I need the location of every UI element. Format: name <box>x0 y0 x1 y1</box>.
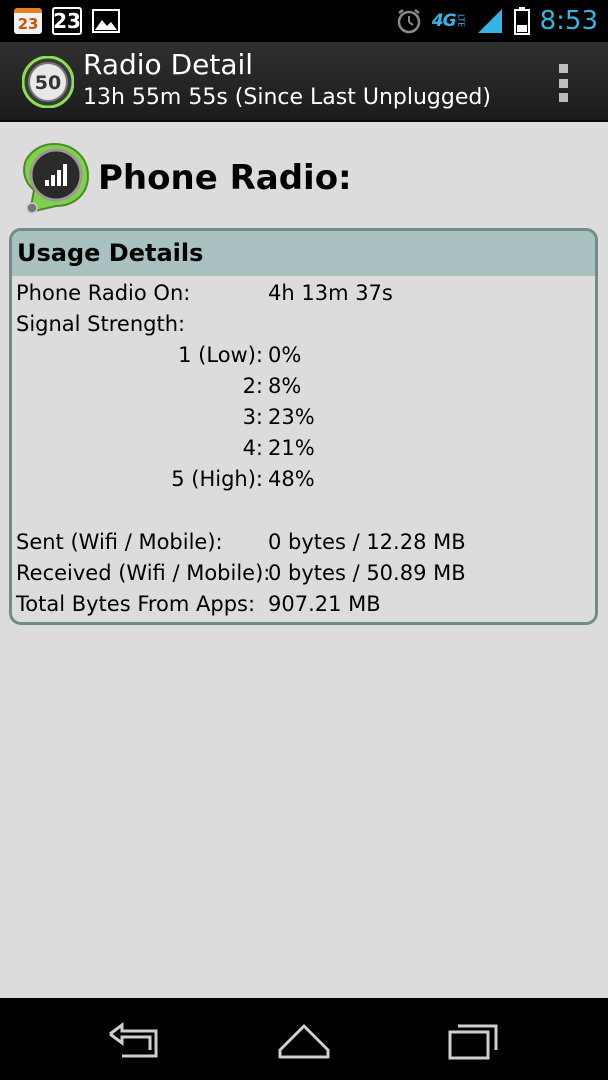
app-icon[interactable]: 50 <box>22 56 74 108</box>
received-row: Received (Wifi / Mobile): 0 bytes / 50.8… <box>12 558 595 589</box>
recent-apps-icon[interactable] <box>446 1020 502 1060</box>
signal-level-label: 4: <box>242 436 263 460</box>
phone-radio-on-value: 4h 13m 37s <box>268 281 393 305</box>
page-subtitle: 13h 55m 55s (Since Last Unplugged) <box>83 85 491 110</box>
signal-level-label: 1 (Low): <box>178 343 263 367</box>
total-bytes-row: Total Bytes From Apps: 907.21 MB <box>12 589 595 620</box>
received-value: 0 bytes / 50.89 MB <box>268 561 466 585</box>
signal-strength-label: Signal Strength: <box>16 312 186 336</box>
signal-level-row: 4: 21% <box>12 433 595 464</box>
overflow-menu-icon[interactable] <box>556 64 570 102</box>
calendar-date: 23 <box>53 9 81 33</box>
signal-level-value: 8% <box>268 374 302 398</box>
signal-level-value: 23% <box>268 405 315 429</box>
phone-radio-on-label: Phone Radio On: <box>16 281 191 305</box>
signal-level-row: 2: 8% <box>12 371 595 402</box>
clock: 8:53 <box>539 6 598 36</box>
total-bytes-value: 907.21 MB <box>268 592 381 616</box>
sent-label: Sent (Wifi / Mobile): <box>16 530 223 554</box>
network-icon: 4G LTE <box>432 11 466 31</box>
action-bar: 50 Radio Detail 13h 55m 55s (Since Last … <box>0 42 608 122</box>
signal-icon <box>477 9 502 33</box>
alarm-icon <box>397 9 421 34</box>
navigation-bar <box>0 998 608 1080</box>
section-title: Phone Radio: <box>98 158 352 198</box>
status-bar: 23 23 4G LTE 8:53 <box>0 0 608 42</box>
signal-level-row: 3: 23% <box>12 402 595 433</box>
battery-icon <box>513 7 530 35</box>
usage-details-header: Usage Details <box>12 231 595 276</box>
received-label: Received (Wifi / Mobile): <box>16 561 271 585</box>
signal-level-label: 3: <box>242 405 263 429</box>
home-icon[interactable] <box>276 1020 332 1060</box>
back-icon[interactable] <box>106 1020 162 1060</box>
app-badge: 50 <box>35 72 61 94</box>
signal-level-value: 0% <box>268 343 302 367</box>
signal-level-row: 5 (High): 48% <box>12 464 595 495</box>
signal-level-value: 48% <box>268 467 315 491</box>
sent-value: 0 bytes / 12.28 MB <box>268 530 466 554</box>
page-title: Radio Detail <box>83 48 254 81</box>
phone-radio-icon <box>23 142 90 214</box>
phone-radio-on-row: Phone Radio On: 4h 13m 37s <box>12 278 595 309</box>
signal-strength-row: Signal Strength: <box>12 309 595 340</box>
network-type: 4G <box>431 11 457 31</box>
total-bytes-label: Total Bytes From Apps: <box>16 592 256 616</box>
signal-level-value: 21% <box>268 436 315 460</box>
signal-level-row: 1 (Low): 0% <box>12 340 595 371</box>
signal-level-label: 5 (High): <box>171 467 263 491</box>
calendar-notification-icon: 23 <box>14 8 42 34</box>
sent-row: Sent (Wifi / Mobile): 0 bytes / 12.28 MB <box>12 527 595 558</box>
calendar-notification-date: 23 <box>17 14 39 33</box>
calendar-icon: 23 <box>52 7 82 35</box>
signal-level-label: 2: <box>242 374 263 398</box>
usage-details-card: Usage Details Phone Radio On: 4h 13m 37s… <box>9 228 598 625</box>
image-icon <box>92 9 120 33</box>
network-subtype: LTE <box>456 14 466 28</box>
